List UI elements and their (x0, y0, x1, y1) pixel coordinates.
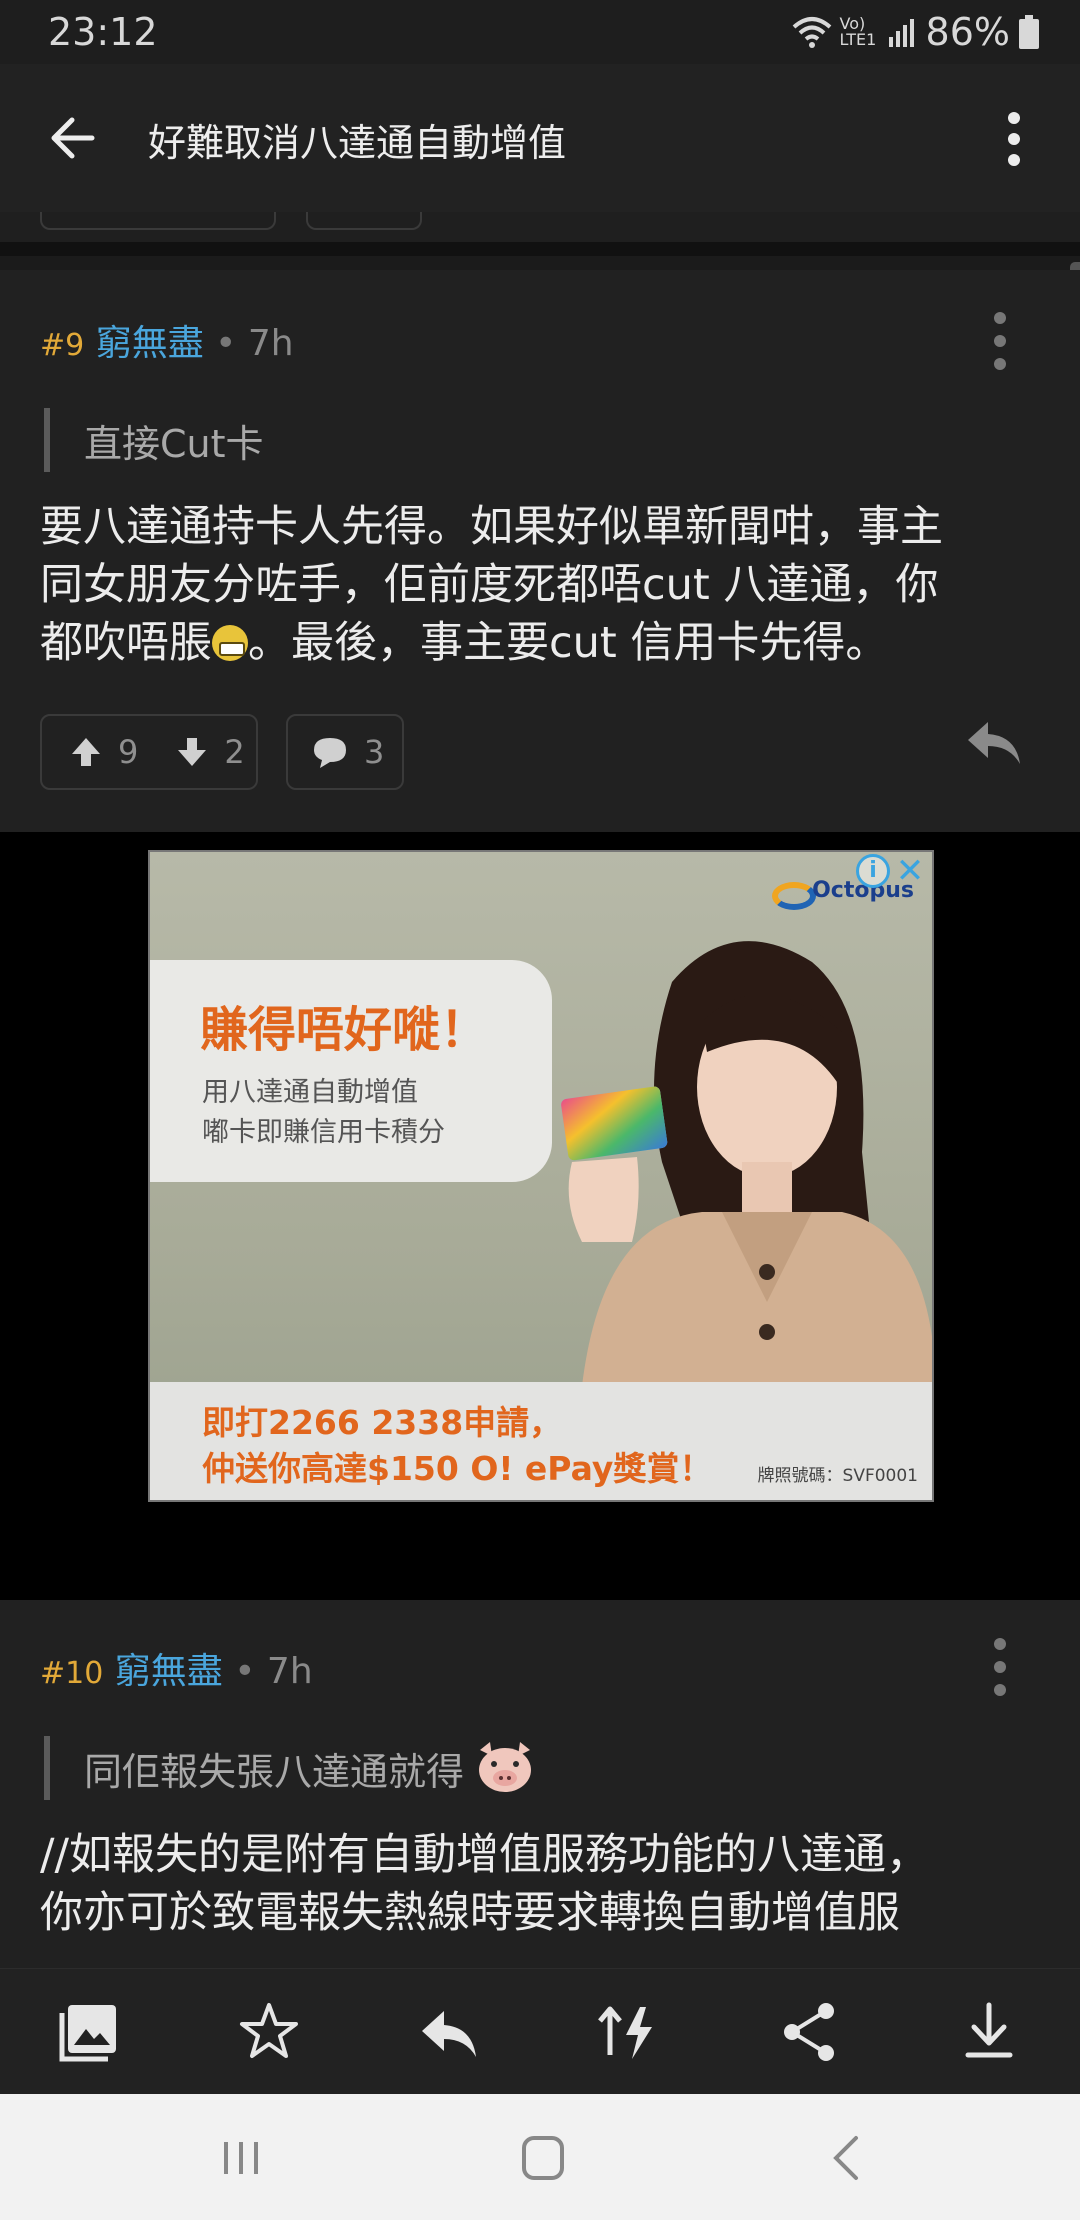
ad-subtitle: 用八達通自動增值 (202, 1077, 418, 1108)
ad-banner[interactable]: 賺得唔好嘥！ 用八達通自動增值 嘟卡即賺信用卡積分 Octopus i ✕ 即打… (148, 850, 934, 1502)
post-body: 要八達通持卡人先得。如果好似單新聞咁，事主 同女朋友分咗手，佢前度死都唔cut … (40, 498, 1050, 672)
post-time: 7h (266, 1651, 313, 1692)
network-type: Vo) LTE1 (839, 14, 877, 49)
comment-icon (314, 738, 346, 768)
share-icon[interactable] (774, 1997, 844, 2067)
ad-cta: 仲送你高達$150 O! ePay獎賞！ (202, 1449, 713, 1488)
status-time: 23:12 (48, 10, 158, 54)
octopus-logo-icon (772, 882, 816, 910)
grimace-emoji-icon (212, 625, 248, 661)
post-10: #10 窮無盡 • 7h 同佢報失張八達通就得 //如報失的是附有自動增值服務功… (0, 1600, 1080, 1968)
arrow-left-icon[interactable] (44, 108, 104, 168)
sort-icon[interactable] (594, 1997, 664, 2067)
battery-percent: 86% (925, 10, 1010, 54)
wifi-icon (792, 17, 831, 48)
downvote-icon[interactable] (172, 732, 212, 772)
upvote-icon[interactable] (66, 732, 106, 772)
downvote-count: 2 (224, 733, 245, 771)
ad-license: 牌照號碼：SVF0001 (757, 1466, 918, 1486)
post-9: #9 窮無盡 • 7h 直接Cut卡 要八達通持卡人先得。如果好似單新聞咁，事主… (0, 270, 1080, 832)
post-username[interactable]: 窮無盡 (115, 1651, 223, 1692)
separator: • (215, 323, 237, 364)
post-number: #9 (40, 328, 85, 363)
ad-cta: 即打2266 2338申請， (202, 1403, 563, 1442)
status-icons: Vo) LTE1 86% (792, 10, 1040, 54)
signal-icon (888, 19, 914, 47)
post-body: //如報失的是附有自動增值服務功能的八達通， 你亦可於致電報失熱線時要求轉換自動… (40, 1826, 1050, 1942)
more-vert-icon[interactable] (980, 1632, 1020, 1702)
status-bar: 23:12 Vo) LTE1 86% (0, 0, 1080, 64)
ad-cta-area: 即打2266 2338申請， 仲送你高達$150 O! ePay獎賞！ 牌照號碼… (150, 1382, 932, 1500)
ad-info-icon[interactable]: i (856, 854, 890, 888)
ad-headline: 賺得唔好嘥！ (200, 1002, 489, 1058)
post-header: #10 窮無盡 • 7h (40, 1642, 313, 1694)
battery-icon (1019, 15, 1039, 49)
more-vert-icon[interactable] (984, 104, 1044, 174)
ad-message-bubble: 賺得唔好嘥！ 用八達通自動增值 嘟卡即賺信用卡積分 (150, 960, 552, 1182)
post-number: #10 (40, 1656, 104, 1691)
ad-close-icon[interactable]: ✕ (892, 852, 928, 890)
comment-button[interactable]: 3 (286, 714, 404, 790)
ad-subtitle: 嘟卡即賺信用卡積分 (202, 1117, 445, 1148)
body-line: 要八達通持卡人先得。如果好似單新聞咁，事主 (40, 502, 943, 552)
post-header: #9 窮無盡 • 7h (40, 314, 294, 366)
bottom-toolbar (0, 1968, 1080, 2094)
body-line: //如報失的是附有自動增值服務功能的八達通， (40, 1830, 929, 1880)
body-line: 你亦可於致電報失熱線時要求轉換自動增值服 (40, 1888, 900, 1938)
quote: 直接Cut卡 (44, 408, 264, 472)
post-time: 7h (247, 323, 294, 364)
post-username[interactable]: 窮無盡 (96, 323, 204, 364)
star-icon[interactable] (234, 1997, 304, 2067)
recent-apps-icon[interactable] (206, 2128, 276, 2188)
body-line: 同女朋友分咗手，佢前度死都唔cut 八達通，你 (40, 560, 939, 610)
comment-count: 3 (364, 733, 385, 771)
home-icon[interactable] (508, 2128, 578, 2188)
more-vert-icon[interactable] (980, 306, 1020, 376)
back-icon[interactable] (812, 2128, 882, 2188)
reply-icon[interactable] (964, 718, 1024, 768)
system-nav-bar (0, 2094, 1080, 2220)
vote-button-group: 9 2 (40, 714, 258, 790)
ad-model-image (561, 941, 932, 1386)
separator: • (234, 1651, 256, 1692)
page-title: 好難取消八達通自動增值 (148, 121, 567, 165)
previous-post-edge (0, 212, 1080, 256)
quote: 同佢報失張八達通就得 (44, 1736, 540, 1800)
ad-container: 賺得唔好嘥！ 用八達通自動增值 嘟卡即賺信用卡積分 Octopus i ✕ 即打… (0, 832, 1080, 1600)
body-line: 都吹唔脹 。最後，事主要cut 信用卡先得。 (40, 618, 889, 668)
image-icon[interactable] (54, 1997, 124, 2067)
upvote-count: 9 (118, 733, 139, 771)
pig-emoji-icon (479, 1742, 532, 1792)
app-bar: 好難取消八達通自動增值 (0, 64, 1080, 212)
download-icon[interactable] (954, 1997, 1024, 2067)
reply-icon[interactable] (414, 1997, 484, 2067)
